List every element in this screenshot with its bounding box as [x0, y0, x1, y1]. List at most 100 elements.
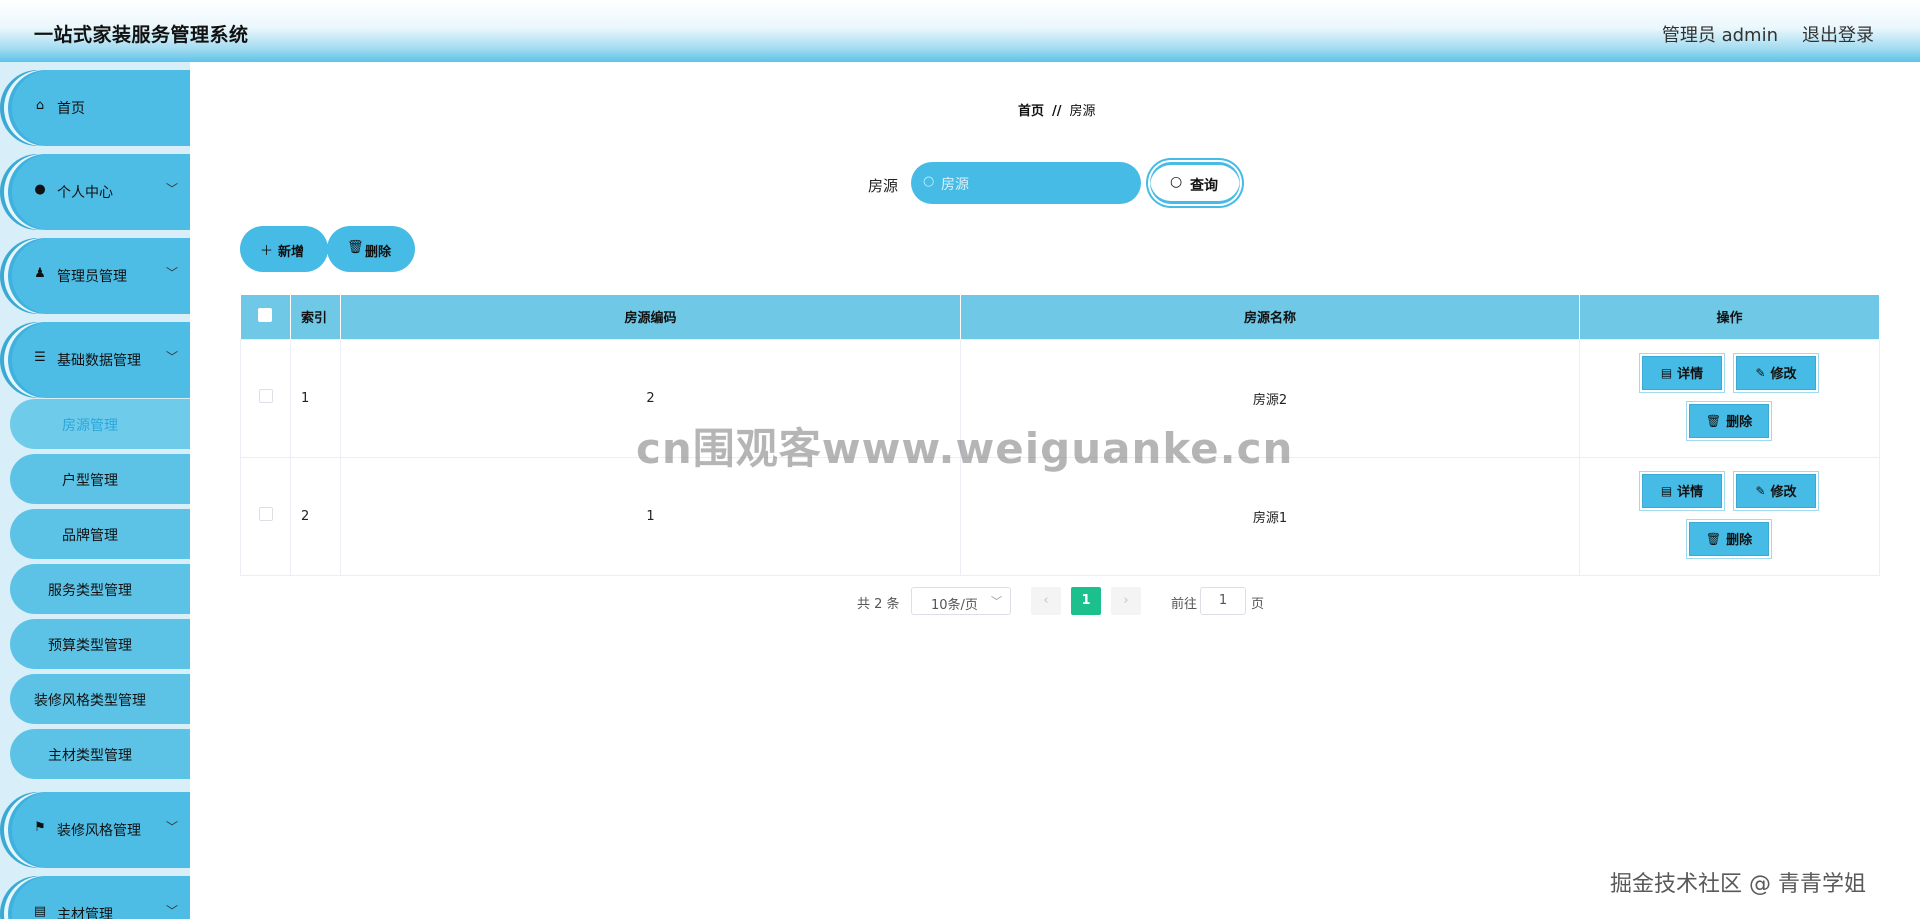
row-checkbox[interactable]: [258, 389, 273, 403]
row-delete-button[interactable]: 🗑 删除: [1689, 403, 1769, 438]
page-number-button[interactable]: 1: [1071, 587, 1101, 615]
chevron-down-icon: ﹀: [166, 266, 179, 280]
search-input[interactable]: ○ 房源: [911, 162, 1141, 204]
user-icon: ●: [34, 182, 46, 197]
trash-icon: 🗑: [347, 240, 364, 255]
detail-button-label: 详情: [1677, 485, 1704, 500]
sidebar-sub-label: 装修风格类型管理: [34, 693, 146, 709]
sidebar-sub-budget-type[interactable]: 预算类型管理: [10, 619, 190, 669]
query-button[interactable]: ○ 查询: [1150, 162, 1240, 204]
sidebar-item-label: 个人中心: [57, 185, 113, 201]
goto-label: 前往: [1171, 597, 1198, 612]
page-size-value: 10条/页: [931, 598, 978, 613]
sidebar: ⌂ 首页 ● 个人中心 ﹀ ♟ 管理员管理 ﹀ ☰ 基础数据管理 ﹀ 房源管理 …: [0, 62, 200, 919]
edit-button[interactable]: ✎ 修改: [1736, 473, 1816, 508]
header-name: 房源名称: [960, 295, 1580, 339]
edit-button-label: 修改: [1770, 485, 1797, 500]
detail-button[interactable]: ▤ 详情: [1642, 473, 1722, 508]
sidebar-item-label: 管理员管理: [57, 269, 127, 285]
admin-label: 管理员 admin: [1661, 25, 1778, 46]
select-all-cell[interactable]: [240, 295, 291, 339]
sidebar-sub-label: 预算类型管理: [48, 638, 132, 654]
row-delete-button-label: 删除: [1726, 415, 1753, 430]
sidebar-sub-style-type[interactable]: 装修风格类型管理: [10, 674, 190, 724]
chevron-down-icon: ﹀: [991, 595, 1002, 608]
breadcrumb-separator: //: [1052, 104, 1062, 119]
chevron-down-icon: ﹀: [166, 182, 179, 196]
sidebar-item-label: 基础数据管理: [57, 353, 141, 369]
delete-button-label: 删除: [365, 245, 392, 260]
top-header: 一站式家装服务管理系统 管理员 admin 退出登录: [0, 0, 1920, 62]
chevron-right-icon: ›: [1123, 593, 1129, 608]
sidebar-sub-material-type[interactable]: 主材类型管理: [10, 729, 190, 779]
cell-actions: ▤ 详情 ✎ 修改 🗑 删除: [1579, 456, 1880, 576]
search-icon: ○: [923, 174, 935, 189]
add-button-label: 新增: [278, 245, 305, 260]
sidebar-item-material[interactable]: ▤ 主材管理 ﹀: [0, 876, 190, 919]
corner-watermark: 掘金技术社区 @ 青青学姐: [1610, 872, 1866, 897]
header-index: 索引: [290, 295, 341, 339]
row-select-cell: [240, 456, 291, 576]
cell-index: 2: [290, 456, 341, 576]
prev-page-button[interactable]: ‹: [1031, 587, 1061, 615]
page-size-select[interactable]: 10条/页 ﹀: [911, 587, 1011, 615]
detail-button-label: 详情: [1677, 367, 1704, 382]
sidebar-sub-label: 主材类型管理: [48, 748, 132, 764]
search-label: 房源: [868, 177, 899, 195]
cell-index: 1: [290, 338, 341, 458]
select-all-checkbox[interactable]: [258, 307, 273, 322]
edit-button-label: 修改: [1770, 367, 1797, 382]
sidebar-item-personal[interactable]: ● 个人中心 ﹀: [0, 154, 190, 230]
row-delete-button[interactable]: 🗑 删除: [1689, 521, 1769, 556]
sidebar-item-label: 主材管理: [57, 907, 113, 919]
next-page-button[interactable]: ›: [1111, 587, 1141, 615]
center-watermark: cn围观客www.weiguanke.cn: [636, 424, 1294, 473]
sidebar-sub-layout[interactable]: 户型管理: [10, 454, 190, 504]
sidebar-sub-service-type[interactable]: 服务类型管理: [10, 564, 190, 614]
sidebar-item-style[interactable]: ⚑ 装修风格管理 ﹀: [0, 792, 190, 868]
trash-icon: 🗑: [1705, 531, 1722, 546]
sidebar-item-basedata[interactable]: ☰ 基础数据管理 ﹀: [0, 322, 190, 398]
sidebar-item-label: 装修风格管理: [57, 823, 141, 839]
header-actions: 操作: [1579, 295, 1880, 339]
sidebar-sub-label: 服务类型管理: [48, 583, 132, 599]
trash-icon: 🗑: [1705, 413, 1722, 428]
cell-actions: ▤ 详情 ✎ 修改 🗑 删除: [1579, 338, 1880, 458]
app-title: 一站式家装服务管理系统: [34, 24, 249, 46]
chevron-down-icon: ﹀: [166, 350, 179, 364]
add-button[interactable]: ＋ 新增: [240, 226, 328, 272]
sidebar-sub-label: 房源管理: [62, 418, 118, 434]
row-delete-button-label: 删除: [1726, 533, 1753, 548]
delete-button[interactable]: 🗑 删除: [327, 226, 415, 272]
sidebar-item-home[interactable]: ⌂ 首页: [0, 70, 190, 146]
clipboard-icon: ▤: [33, 904, 47, 919]
goto-page-input[interactable]: 1: [1200, 587, 1246, 615]
chevron-down-icon: ﹀: [166, 820, 179, 834]
document-icon: ▤: [1660, 483, 1673, 498]
sidebar-item-admin[interactable]: ♟ 管理员管理 ﹀: [0, 238, 190, 314]
breadcrumb-home[interactable]: 首页: [1018, 104, 1044, 119]
chevron-left-icon: ‹: [1043, 593, 1049, 608]
header-code: 房源编码: [340, 295, 961, 339]
detail-button[interactable]: ▤ 详情: [1642, 355, 1722, 390]
flag-icon: ⚑: [34, 820, 46, 835]
logout-link[interactable]: 退出登录: [1802, 21, 1874, 47]
breadcrumb-current: 房源: [1069, 104, 1096, 119]
sidebar-item-label: 首页: [57, 101, 85, 117]
row-checkbox[interactable]: [258, 507, 273, 521]
edit-icon: ✎: [1755, 483, 1766, 498]
sidebar-sub-house[interactable]: 房源管理: [10, 399, 190, 449]
query-button-label: 查询: [1190, 178, 1218, 194]
plus-icon: ＋: [260, 244, 274, 259]
sidebar-divider: [190, 62, 200, 919]
sidebar-sub-brand[interactable]: 品牌管理: [10, 509, 190, 559]
table-header-row: 索引 房源编码 房源名称 操作: [240, 295, 1880, 339]
search-icon: ○: [1170, 174, 1183, 190]
document-icon: ▤: [1660, 365, 1673, 380]
page-word: 页: [1251, 597, 1265, 612]
search-placeholder: 房源: [941, 177, 969, 193]
home-icon: ⌂: [35, 98, 45, 113]
breadcrumb: 首页 // 房源: [1018, 100, 1096, 119]
edit-button[interactable]: ✎ 修改: [1736, 355, 1816, 390]
sidebar-sub-label: 品牌管理: [62, 528, 118, 544]
